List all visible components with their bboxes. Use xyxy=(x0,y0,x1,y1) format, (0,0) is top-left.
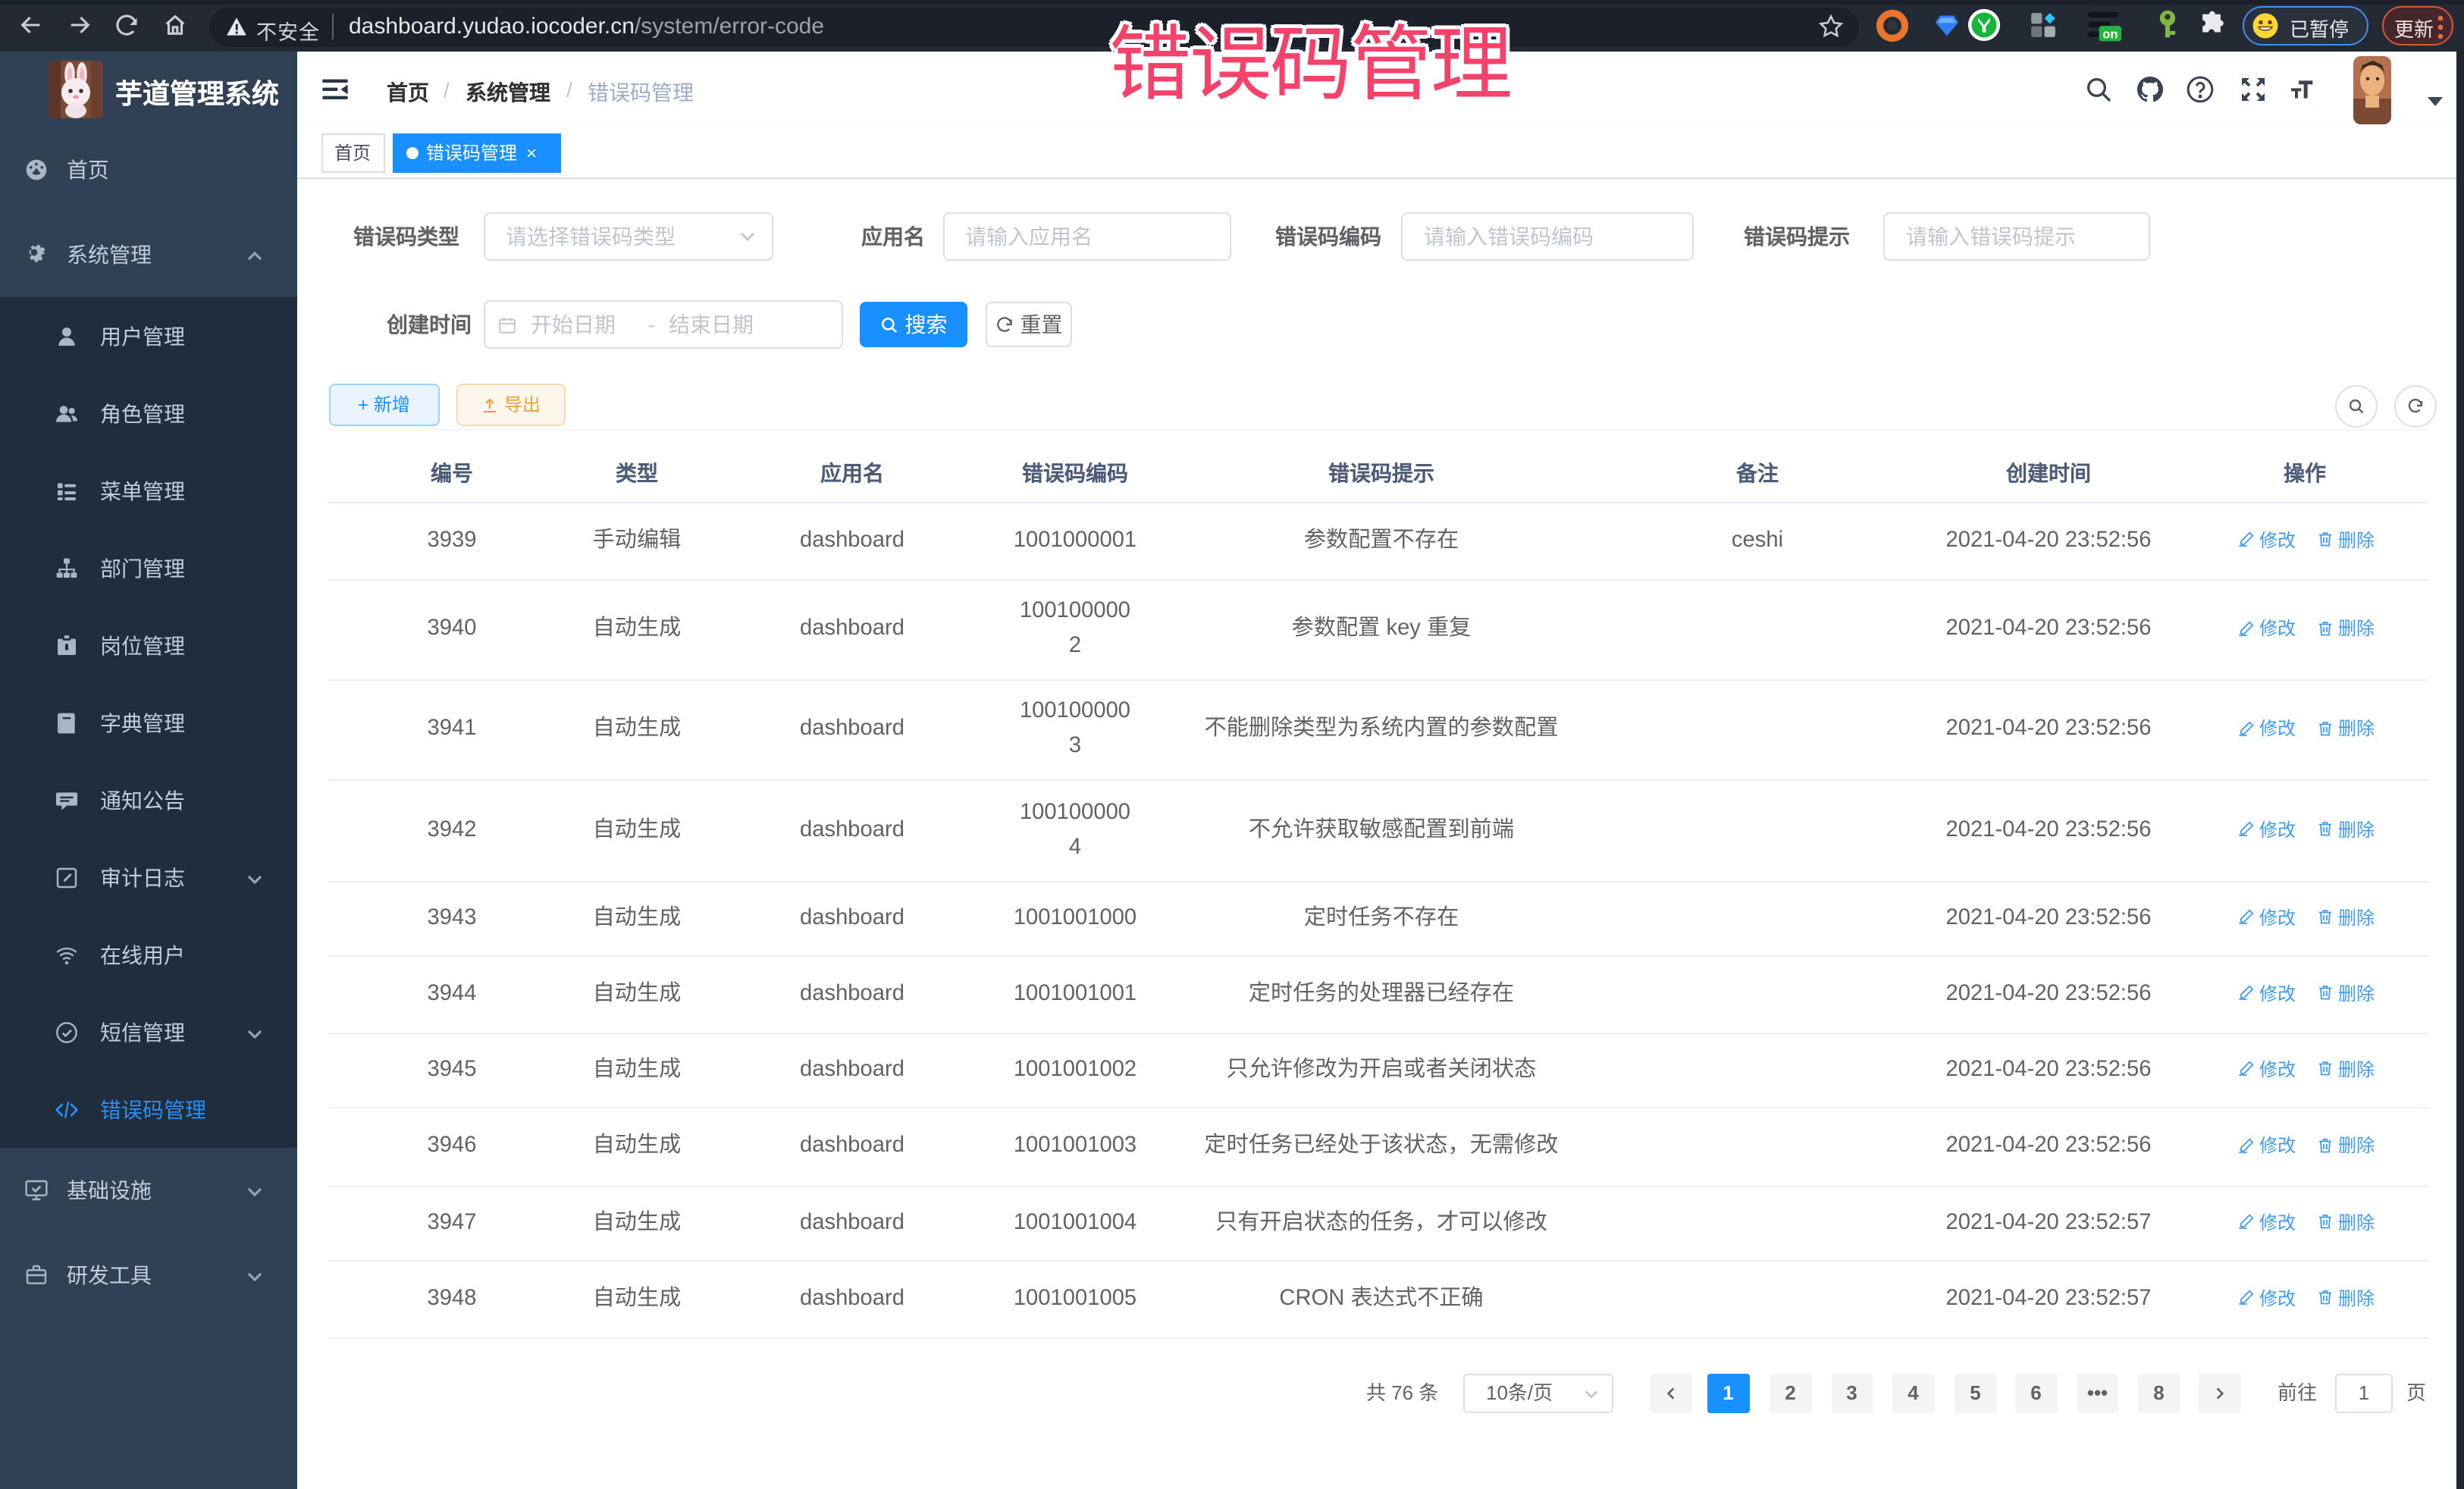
svg-text:on: on xyxy=(2102,27,2118,42)
